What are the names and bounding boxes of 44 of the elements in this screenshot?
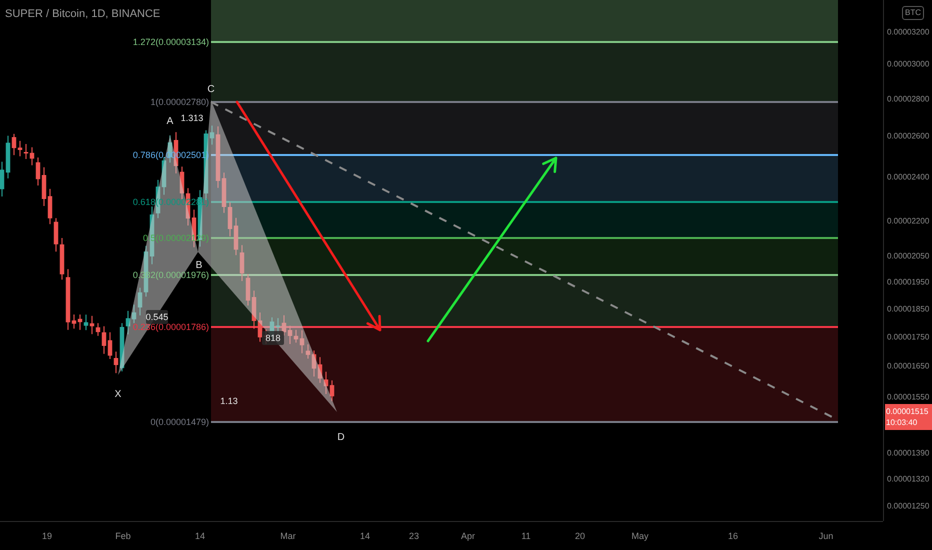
price-label: 0.00003200 xyxy=(887,28,930,36)
date-label: Apr xyxy=(461,531,475,541)
price-label: 0.00001250 xyxy=(887,502,930,510)
date-label: Jun xyxy=(818,531,834,541)
price-label: 0.00002050 xyxy=(887,252,930,260)
price-label: 0.00002400 xyxy=(887,172,930,182)
price-label: 0.00001550 xyxy=(887,392,930,402)
fib-label: 1.272(0.00003134) xyxy=(132,37,209,47)
fib-label: 0(0.00001479) xyxy=(150,417,209,427)
point-label: B xyxy=(196,260,202,271)
date-label: 14 xyxy=(195,531,205,541)
chart-title: SUPER / Bitcoin, 1D, BINANCE xyxy=(5,8,160,20)
ratio-label: 0.545 xyxy=(146,310,168,324)
countdown-timer: 10:03:40 xyxy=(886,417,918,428)
point-label: A xyxy=(166,116,174,127)
fib-label: 1(0.00002780) xyxy=(150,97,209,107)
point-label: D xyxy=(337,432,345,443)
point-label: C xyxy=(207,84,215,95)
ratio-label: 1.13 xyxy=(220,396,238,406)
point-label: X xyxy=(114,389,122,400)
ratio-label: 1.313 xyxy=(180,113,204,123)
date-label: 14 xyxy=(360,531,370,541)
date-label: 20 xyxy=(575,531,585,541)
price-label: 0.00001850 xyxy=(887,304,930,314)
date-label: Feb xyxy=(115,531,131,541)
price-label: 0.00002800 xyxy=(887,94,930,104)
last-price: 0.00001515 xyxy=(886,406,930,417)
ratio-label: 818 xyxy=(262,331,284,345)
price-label: 0.00001950 xyxy=(887,278,930,286)
price-label: 0.00001750 xyxy=(887,332,930,342)
date-label: 16 xyxy=(728,531,738,541)
date-label: 23 xyxy=(409,531,419,541)
currency-badge: BTC xyxy=(902,6,924,20)
price-label: 0.00003000 xyxy=(887,60,930,68)
price-label: 0.00002600 xyxy=(887,132,930,140)
price-label: 0.00001650 xyxy=(887,362,930,370)
fib-label: 0.236(0.00001786) xyxy=(132,322,209,332)
date-label: 19 xyxy=(42,531,52,541)
price-label: 0.00001390 xyxy=(887,448,930,458)
date-label: 11 xyxy=(521,531,531,541)
date-label: Mar xyxy=(280,531,296,541)
price-label: 0.00001320 xyxy=(887,474,930,484)
price-label: 0.00002200 xyxy=(887,216,930,226)
date-label: May xyxy=(632,531,648,541)
